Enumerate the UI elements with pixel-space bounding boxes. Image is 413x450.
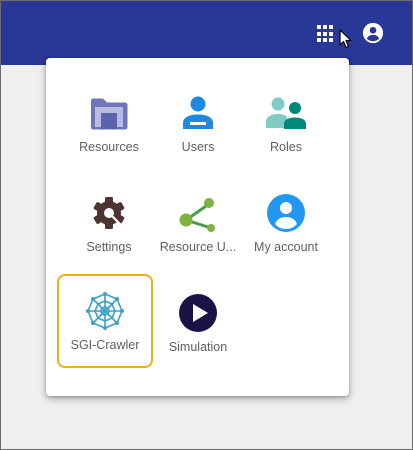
apps-grid-icon[interactable] xyxy=(315,23,337,45)
app-tile-label: Resource U... xyxy=(159,240,237,254)
account-circle-icon[interactable] xyxy=(362,22,384,44)
app-tile-settings[interactable]: Settings xyxy=(61,176,157,270)
app-window: Resources Users Roles Settings Resource … xyxy=(0,0,413,450)
apps-menu: Resources Users Roles Settings Resource … xyxy=(46,58,349,396)
app-tile-my-account[interactable]: My account xyxy=(238,176,334,270)
folder-icon xyxy=(91,98,128,130)
account-circle-icon xyxy=(267,194,305,232)
share-icon xyxy=(179,198,215,232)
app-tile-resource-usage[interactable]: Resource U... xyxy=(150,176,246,270)
app-tile-label: Resources xyxy=(79,140,139,154)
play-icon xyxy=(179,294,217,332)
gear-icon xyxy=(93,197,125,229)
app-tile-label: Settings xyxy=(86,240,132,254)
user-icon xyxy=(183,96,213,129)
app-tile-sgi-crawler[interactable]: SGI-Crawler xyxy=(57,274,153,368)
app-tile-resources[interactable]: Resources xyxy=(61,76,157,170)
app-tile-label: SGI-Crawler xyxy=(70,338,140,352)
app-tile-label: Simulation xyxy=(168,340,228,354)
app-tile-label: My account xyxy=(254,240,318,254)
app-tile-roles[interactable]: Roles xyxy=(238,76,334,170)
top-app-bar xyxy=(1,1,412,65)
app-tile-simulation[interactable]: Simulation xyxy=(150,276,246,370)
web-crawler-icon xyxy=(86,292,124,330)
app-tile-users[interactable]: Users xyxy=(150,76,246,170)
group-icon xyxy=(266,97,306,129)
mouse-cursor-icon xyxy=(339,29,352,49)
app-tile-label: Roles xyxy=(270,140,302,154)
app-tile-label: Users xyxy=(181,140,215,154)
